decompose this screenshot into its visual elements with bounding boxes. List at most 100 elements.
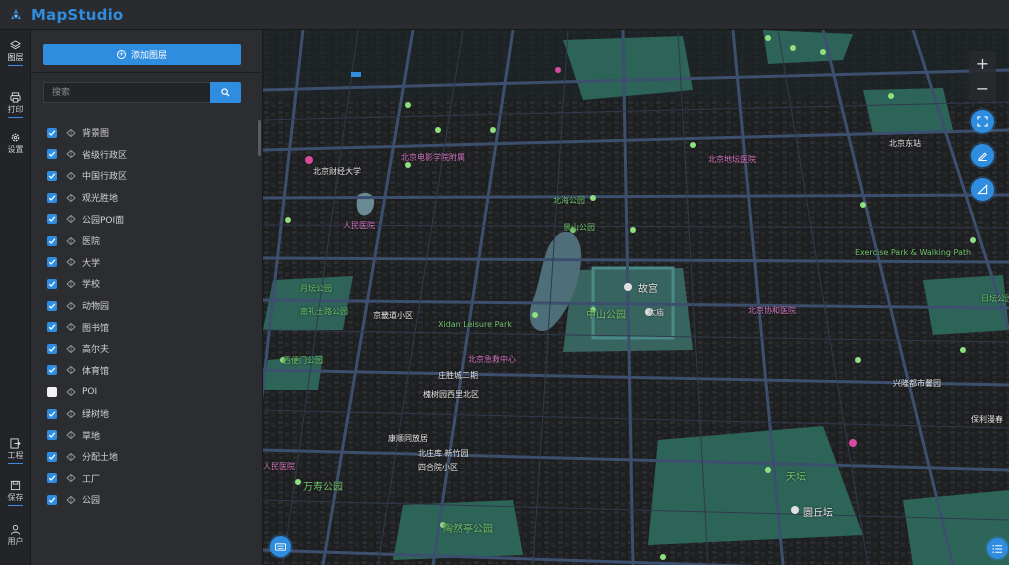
layer-row[interactable]: 工厂 <box>47 468 252 490</box>
layer-visibility-icon[interactable] <box>66 344 76 354</box>
map-label[interactable]: 槐树园西里北区 <box>423 389 479 400</box>
layer-visibility-icon[interactable] <box>66 365 76 375</box>
map-label[interactable]: 人民医院 <box>263 461 295 472</box>
measure-distance-button[interactable] <box>971 144 994 167</box>
map-label[interactable]: 北庄库 新竹园 <box>418 448 469 459</box>
map-label[interactable]: 兴隆都市馨园 <box>893 378 941 389</box>
map-label[interactable]: 康顺同放居 <box>388 433 428 444</box>
layer-visibility-icon[interactable] <box>66 149 76 159</box>
map-label[interactable]: 圜丘坛 <box>803 504 833 519</box>
layer-visibility-icon[interactable] <box>66 473 76 483</box>
layer-row[interactable]: 高尔夫 <box>47 338 252 360</box>
map-label[interactable]: 中山公园 <box>586 306 626 321</box>
layer-row[interactable]: 草地 <box>47 424 252 446</box>
layer-row[interactable]: 学校 <box>47 273 252 295</box>
layer-checkbox[interactable] <box>47 473 57 484</box>
layer-row[interactable]: 图书馆 <box>47 316 252 338</box>
layer-visibility-icon[interactable] <box>66 387 76 397</box>
map-label[interactable]: 四合院小区 <box>418 462 458 473</box>
layer-checkbox[interactable] <box>47 386 57 397</box>
layer-visibility-icon[interactable] <box>66 236 76 246</box>
map-label[interactable]: 人民医院 <box>343 220 375 231</box>
map-label[interactable]: Xidan Leisure Park <box>438 320 512 329</box>
layer-row[interactable]: 中国行政区 <box>47 165 252 187</box>
layer-visibility-icon[interactable] <box>66 301 76 311</box>
map-label[interactable]: 北海公园 <box>553 195 585 206</box>
rail-item-project[interactable]: 工程 <box>0 432 31 466</box>
fullscreen-button[interactable] <box>971 110 994 133</box>
layer-row[interactable]: 背景图 <box>47 122 252 144</box>
layer-checkbox[interactable] <box>47 408 57 419</box>
layer-row[interactable]: 分配土地 <box>47 446 252 468</box>
map-label[interactable]: 天坛 <box>786 468 806 483</box>
map-canvas[interactable] <box>263 30 1009 565</box>
layer-visibility-icon[interactable] <box>66 322 76 332</box>
scrollbar[interactable] <box>258 120 261 156</box>
layer-checkbox[interactable] <box>47 278 57 289</box>
map-label[interactable]: Exercise Park & Walking Path <box>855 248 971 257</box>
map-label[interactable]: 陶然亭公园 <box>443 520 493 535</box>
search-button[interactable] <box>210 82 241 103</box>
map-label[interactable]: 西便门公园 <box>283 355 323 366</box>
map-label[interactable]: 月坛公园 <box>300 283 332 294</box>
map-label[interactable]: 保利漫春 <box>971 414 1003 425</box>
rail-item-save[interactable]: 保存 <box>0 474 31 508</box>
layer-checkbox[interactable] <box>47 149 57 160</box>
layer-visibility-icon[interactable] <box>66 452 76 462</box>
layer-row[interactable]: 大学 <box>47 252 252 274</box>
layer-row[interactable]: 绿树地 <box>47 403 252 425</box>
layer-visibility-icon[interactable] <box>66 495 76 505</box>
zoom-in-button[interactable]: + <box>969 51 996 76</box>
layer-checkbox[interactable] <box>47 451 57 462</box>
layer-visibility-icon[interactable] <box>66 171 76 181</box>
layer-checkbox[interactable] <box>47 257 57 268</box>
map-label[interactable]: 北京东站 <box>889 138 921 149</box>
measure-area-button[interactable] <box>971 178 994 201</box>
layer-checkbox[interactable] <box>47 300 57 311</box>
layer-checkbox[interactable] <box>47 322 57 333</box>
layer-visibility-icon[interactable] <box>66 214 76 224</box>
layer-row[interactable]: 动物园 <box>47 295 252 317</box>
map-label[interactable]: 日坛公园 <box>981 293 1009 304</box>
layer-checkbox[interactable] <box>47 235 57 246</box>
layer-row[interactable]: 观光胜地 <box>47 187 252 209</box>
layer-visibility-icon[interactable] <box>66 430 76 440</box>
layer-checkbox[interactable] <box>47 365 57 376</box>
map-label[interactable]: 北京地坛医院 <box>708 154 756 165</box>
layer-search-input[interactable] <box>43 82 210 103</box>
layer-row[interactable]: POI <box>47 381 252 403</box>
rail-item-settings[interactable]: 设置 <box>0 126 31 160</box>
map-view[interactable]: 北京电影学院附属 北京财经大学 人民医院 月坛公园 南礼士路公园 京畿道小区 Xidan L… <box>263 30 1009 565</box>
map-label[interactable]: 京畿道小区 <box>373 310 413 321</box>
layer-row[interactable]: 医院 <box>47 230 252 252</box>
layer-row[interactable]: 省级行政区 <box>47 144 252 166</box>
map-label[interactable]: 北京电影学院附属 <box>401 152 465 163</box>
layer-checkbox[interactable] <box>47 430 57 441</box>
layer-checkbox[interactable] <box>47 127 57 138</box>
layer-visibility-icon[interactable] <box>66 409 76 419</box>
layer-checkbox[interactable] <box>47 214 57 225</box>
map-label[interactable]: 万寿公园 <box>303 478 343 493</box>
layer-checkbox[interactable] <box>47 494 57 505</box>
zoom-out-button[interactable]: − <box>969 76 996 101</box>
rail-item-print[interactable]: 打印 <box>0 86 31 120</box>
map-label[interactable]: 庄胜城二期 <box>438 370 478 381</box>
map-label[interactable]: 太庙 <box>648 307 664 318</box>
rail-item-user[interactable]: 用户 <box>0 518 31 552</box>
map-label[interactable]: 北京协和医院 <box>748 305 796 316</box>
layer-visibility-icon[interactable] <box>66 128 76 138</box>
legend-button[interactable] <box>987 538 1008 559</box>
layer-row[interactable]: 公园POI面 <box>47 208 252 230</box>
map-label[interactable]: 北京财经大学 <box>313 166 361 177</box>
rail-item-layers[interactable]: 图层 <box>0 34 31 68</box>
map-label[interactable]: 北京急救中心 <box>468 354 516 365</box>
layer-row[interactable]: 体育馆 <box>47 360 252 382</box>
keyboard-button[interactable] <box>270 536 291 557</box>
layer-visibility-icon[interactable] <box>66 193 76 203</box>
layer-visibility-icon[interactable] <box>66 257 76 267</box>
layer-row[interactable]: 公园 <box>47 489 252 511</box>
map-label[interactable]: 南礼士路公园 <box>300 306 348 317</box>
layer-checkbox[interactable] <box>47 192 57 203</box>
map-label[interactable]: 景山公园 <box>563 222 595 233</box>
map-label[interactable]: 故宫 <box>638 280 658 295</box>
